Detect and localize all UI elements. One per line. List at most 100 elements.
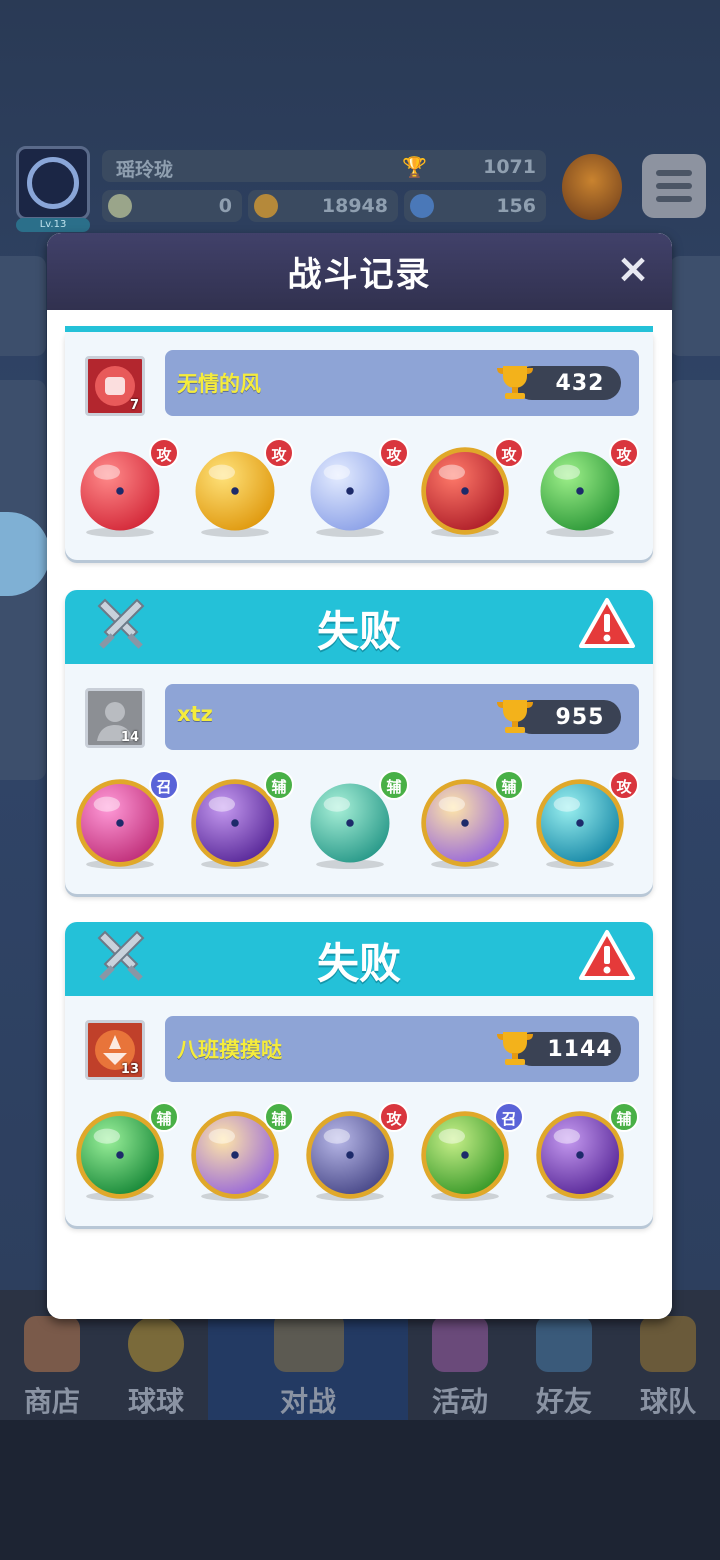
opponent-avatar[interactable]: 13 bbox=[85, 1020, 145, 1080]
opponent-level: 13 bbox=[120, 1062, 139, 1077]
opponent-avatar[interactable]: 14 bbox=[85, 688, 145, 748]
events-icon bbox=[432, 1316, 488, 1372]
resource-coin-value: 18948 bbox=[321, 195, 388, 217]
energy-icon bbox=[108, 194, 132, 218]
record-card: 失败 13 八班摸摸哒 1144 辅 辅 攻 召 辅 bbox=[65, 922, 653, 1226]
trophy-icon bbox=[497, 366, 533, 399]
ball-slot[interactable]: 攻 bbox=[533, 438, 639, 538]
opponent-name: 无情的风 bbox=[177, 372, 261, 396]
dialog-title: 战斗记录 bbox=[287, 255, 432, 295]
ball-role-badge: 攻 bbox=[149, 438, 179, 468]
ball-slot[interactable]: 攻 bbox=[188, 438, 294, 538]
trophy-icon: 🏆 bbox=[402, 155, 427, 179]
ball-slot[interactable]: 辅 bbox=[303, 770, 409, 870]
resource-coin[interactable]: 18948 bbox=[248, 190, 398, 222]
nav-team-label: 球队 bbox=[639, 1385, 696, 1418]
record-result: 失败 bbox=[316, 607, 401, 656]
nav-balls-label: 球球 bbox=[127, 1385, 184, 1418]
resource-gem-value: 156 bbox=[496, 195, 536, 217]
ball-role-badge: 召 bbox=[149, 770, 179, 800]
ball-role-badge: 辅 bbox=[609, 1102, 639, 1132]
player-level: Lv.13 bbox=[16, 218, 90, 232]
rank-medal-icon[interactable] bbox=[562, 154, 622, 220]
resource-bar: 0 18948 156 bbox=[102, 190, 546, 222]
ball-role-badge: 攻 bbox=[609, 438, 639, 468]
ball-slot[interactable]: 辅 bbox=[188, 1102, 294, 1202]
opponent-level: 7 bbox=[129, 398, 139, 413]
ball-role-badge: 攻 bbox=[379, 1102, 409, 1132]
opponent-avatar[interactable]: 7 bbox=[85, 356, 145, 416]
menu-button[interactable] bbox=[642, 154, 706, 218]
ball-role-badge: 攻 bbox=[494, 438, 524, 468]
opponent-trophies: 1144 bbox=[547, 1037, 613, 1062]
record-result: 失败 bbox=[316, 939, 401, 988]
nav-friends-label: 好友 bbox=[535, 1385, 592, 1418]
trophy-icon bbox=[497, 1032, 533, 1065]
bottom-area bbox=[0, 1420, 720, 1560]
resource-energy-value: 0 bbox=[218, 195, 232, 217]
ball-slot[interactable]: 攻 bbox=[418, 438, 524, 538]
warning-icon bbox=[579, 598, 635, 648]
opponent-level: 14 bbox=[120, 730, 139, 745]
close-button[interactable]: × bbox=[613, 247, 653, 291]
opponent-name: 八班摸摸哒 bbox=[177, 1038, 282, 1062]
opponent-info-bar: 八班摸摸哒 1144 bbox=[165, 1016, 639, 1082]
record-header: 失败 bbox=[65, 590, 653, 664]
ball-slot[interactable]: 攻 bbox=[73, 438, 179, 538]
record-header: 失败 bbox=[65, 922, 653, 996]
nav-battle-label: 对战 bbox=[279, 1385, 336, 1418]
ball-slot[interactable]: 辅 bbox=[73, 1102, 179, 1202]
menu-line bbox=[656, 170, 692, 176]
ball-role-badge: 辅 bbox=[379, 770, 409, 800]
resource-gem[interactable]: 156 bbox=[404, 190, 546, 222]
player-avatar[interactable] bbox=[16, 146, 90, 220]
ball-lineup: 攻攻攻攻攻 bbox=[73, 438, 653, 554]
gem-icon bbox=[410, 194, 434, 218]
record-header-strip bbox=[65, 326, 653, 332]
trophy-pill: 955 bbox=[497, 700, 621, 734]
opponent-name: xtz bbox=[177, 702, 213, 726]
ball-slot[interactable]: 辅 bbox=[418, 770, 524, 870]
ball-role-badge: 召 bbox=[494, 1102, 524, 1132]
battle-icon bbox=[274, 1312, 344, 1372]
side-panel-left bbox=[0, 256, 46, 356]
ball-slot[interactable]: 攻 bbox=[303, 1102, 409, 1202]
dialog-header: 战斗记录 × bbox=[47, 233, 672, 310]
ball-slot[interactable]: 攻 bbox=[303, 438, 409, 538]
battle-record-dialog: 战斗记录 × 7 无情的风 432 攻 攻 攻 攻 攻 失败 14 xtz 95… bbox=[47, 233, 672, 1319]
ball-role-badge: 攻 bbox=[609, 770, 639, 800]
ball-role-badge: 辅 bbox=[264, 770, 294, 800]
ball-role-badge: 辅 bbox=[264, 1102, 294, 1132]
ball-slot[interactable]: 召 bbox=[73, 770, 179, 870]
ball-role-badge: 辅 bbox=[149, 1102, 179, 1132]
ball-role-badge: 攻 bbox=[379, 438, 409, 468]
opponent-trophies: 955 bbox=[555, 705, 605, 730]
record-card: 7 无情的风 432 攻 攻 攻 攻 攻 bbox=[65, 326, 653, 560]
record-card: 失败 14 xtz 955 召 辅 辅 辅 攻 bbox=[65, 590, 653, 894]
shop-icon bbox=[24, 1316, 80, 1372]
trophy-pill: 1144 bbox=[497, 1032, 621, 1066]
ball-slot[interactable]: 召 bbox=[418, 1102, 524, 1202]
ball-slot[interactable]: 辅 bbox=[188, 770, 294, 870]
side-panel-right bbox=[670, 256, 720, 356]
menu-line bbox=[656, 183, 692, 189]
menu-line bbox=[656, 196, 692, 202]
opponent-info-bar: xtz 955 bbox=[165, 684, 639, 750]
player-name-bar: 瑶玲珑 🏆 1071 bbox=[102, 150, 546, 182]
ball-slot[interactable]: 攻 bbox=[533, 770, 639, 870]
friends-icon bbox=[536, 1316, 592, 1372]
warning-icon bbox=[579, 930, 635, 980]
coin-icon bbox=[254, 194, 278, 218]
opponent-info-bar: 无情的风 432 bbox=[165, 350, 639, 416]
ball-slot[interactable]: 辅 bbox=[533, 1102, 639, 1202]
resource-energy[interactable]: 0 bbox=[102, 190, 242, 222]
ball-role-badge: 辅 bbox=[494, 770, 524, 800]
avatar-ring-icon bbox=[27, 157, 79, 209]
team-icon bbox=[640, 1316, 696, 1372]
ball-role-badge: 攻 bbox=[264, 438, 294, 468]
ball-lineup: 辅辅攻召辅 bbox=[73, 1102, 653, 1218]
nav-events-label: 活动 bbox=[431, 1385, 488, 1418]
trophy-icon bbox=[497, 700, 533, 733]
record-list[interactable]: 7 无情的风 432 攻攻攻攻攻 失败 14 xtz 955 召 辅 辅 辅 攻… bbox=[47, 310, 672, 1319]
ball-lineup: 召辅辅辅攻 bbox=[73, 770, 653, 886]
